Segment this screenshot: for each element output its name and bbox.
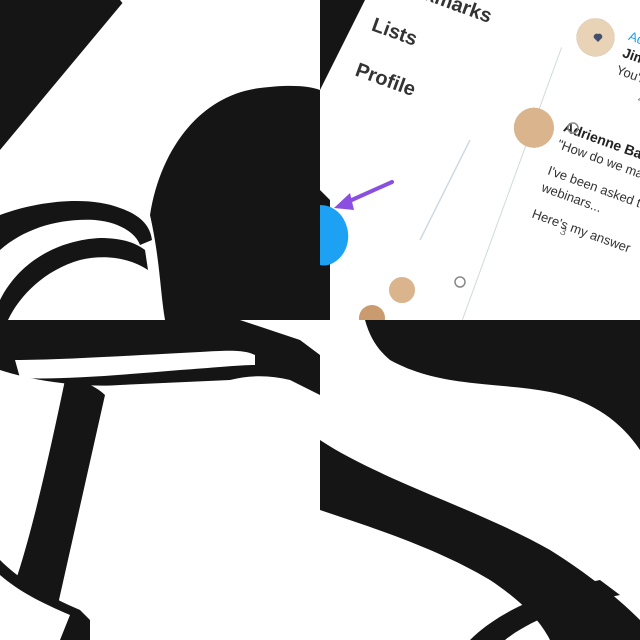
- nav-lists[interactable]: Lists: [368, 14, 420, 52]
- glyph-fragment-top-left: [0, 0, 320, 320]
- glyph-shape-bottom-left: [0, 320, 320, 640]
- avatar-adrienne-face: [508, 102, 560, 154]
- tweet2-followup: Here's my answer: [530, 205, 633, 256]
- collage-canvas: Bookmarks Lists Profile Adrienne Jimmy L…: [0, 0, 640, 640]
- twitter-screenshot: Bookmarks Lists Profile Adrienne Jimmy L…: [320, 0, 640, 320]
- glyph-fragment-bottom-left: [0, 320, 320, 640]
- avatar-adrienne[interactable]: [508, 102, 560, 154]
- tweet1-reply-count: 4: [636, 93, 640, 107]
- glyph-shape-top-left: [0, 0, 320, 320]
- screenshot-fragment: Bookmarks Lists Profile Adrienne Jimmy L…: [320, 0, 640, 320]
- tweet1-text: You're launch: [614, 62, 640, 103]
- nav-profile[interactable]: Profile: [352, 59, 418, 102]
- glyph-fragment-bottom-right: [320, 320, 640, 640]
- glyph-shape-bottom-right: [320, 320, 640, 640]
